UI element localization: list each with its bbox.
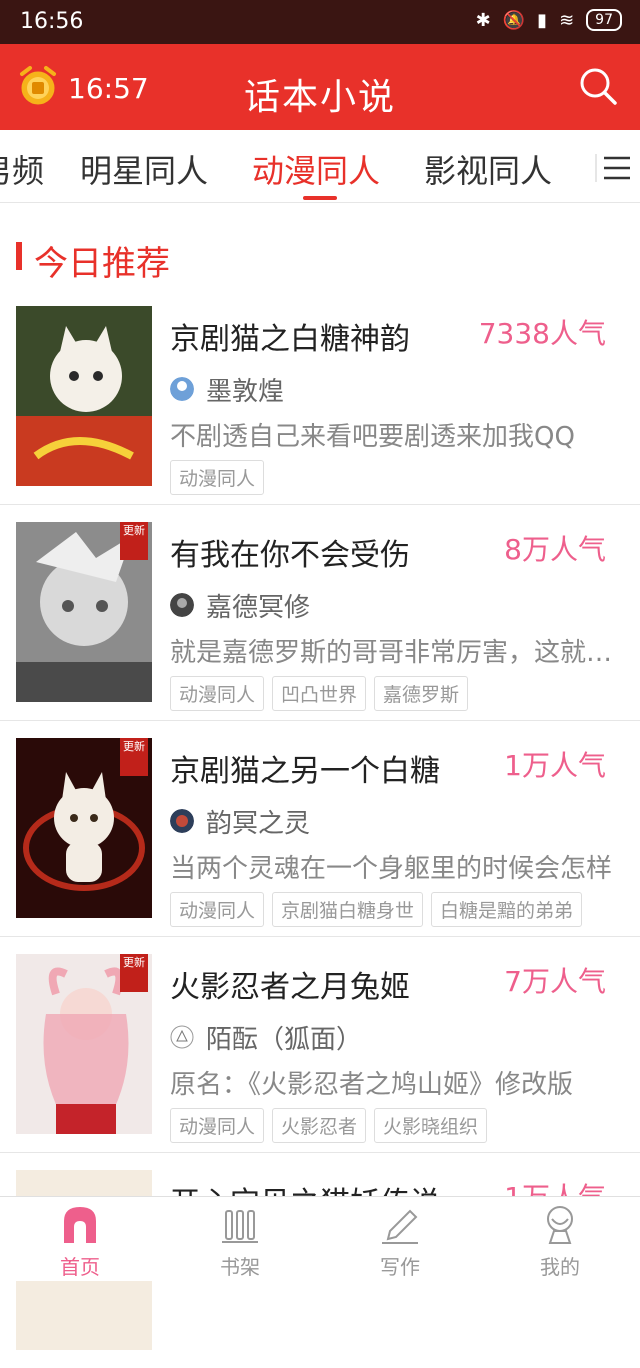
author-row[interactable]: 韵冥之灵 <box>170 804 311 839</box>
tab-anime-fanfic[interactable]: 动漫同人 <box>252 146 380 192</box>
menu-icon <box>595 154 630 182</box>
book-title: 有我在你不会受伤 <box>170 538 410 573</box>
popularity-count: 1万人气 <box>504 749 606 782</box>
tab-celebrity-fanfic[interactable]: 明星同人 <box>80 146 208 192</box>
book-cover <box>16 306 152 486</box>
tag[interactable]: 动漫同人 <box>170 460 265 495</box>
book-description: 当两个灵魂在一个身躯里的时候会怎样 <box>170 854 613 884</box>
author-row[interactable]: 墨敦煌 <box>170 372 285 407</box>
book-item[interactable]: 更新 京剧猫之另一个白糖 1万人气 韵冥之灵 当两个灵魂在一个身躯里的时候会怎样… <box>0 720 640 937</box>
update-ribbon: 更新 <box>120 954 148 992</box>
tag[interactable]: 白糖是黯的弟弟 <box>431 892 583 927</box>
tag-list: 动漫同人 京剧猫白糖身世 白糖是黯的弟弟 <box>170 892 583 927</box>
author-name: 墨敦煌 <box>206 376 285 407</box>
update-ribbon: 更新 <box>120 522 148 560</box>
popularity-count: 8万人气 <box>504 533 606 566</box>
home-icon <box>64 1207 96 1243</box>
author-avatar <box>170 1025 194 1049</box>
tag[interactable]: 动漫同人 <box>170 676 265 711</box>
popularity-count: 7万人气 <box>504 965 606 998</box>
tag[interactable]: 京剧猫白糖身世 <box>272 892 424 927</box>
section-title: 今日推荐 <box>34 244 170 284</box>
profile-icon <box>547 1206 573 1244</box>
tag-list: 动漫同人 <box>170 460 265 495</box>
tab-menu-button[interactable] <box>592 138 640 198</box>
book-description: 就是嘉德罗斯的哥哥非常厉害，这就是一个故事 <box>170 638 620 668</box>
status-icons: ✱ 🔕 ▮ ≋ 97 <box>476 9 622 31</box>
tag-list: 动漫同人 火影忍者 火影晓组织 <box>170 1108 488 1143</box>
pen-icon <box>382 1209 418 1244</box>
bottom-navigation: 首页 书架 写作 我的 <box>0 1196 640 1281</box>
status-time: 16:56 <box>20 9 84 34</box>
author-name: 嘉德冥修 <box>206 592 311 623</box>
popularity-count: 7338人气 <box>478 317 606 350</box>
nav-profile-label: 我的 <box>540 1255 580 1279</box>
nav-write-label: 写作 <box>380 1255 420 1279</box>
status-bar: 16:56 ✱ 🔕 ▮ ≋ 97 <box>0 0 640 44</box>
tab-indicator <box>303 196 337 200</box>
nav-bookshelf-label: 书架 <box>220 1255 260 1279</box>
book-item[interactable]: 更新 火影忍者之月兔姬 7万人气 陌酝（狐面） 原名：《火影忍者之鸠山姬》修改版… <box>0 936 640 1153</box>
signal-icon: ▮ <box>537 9 548 31</box>
book-description: 不剧透自己来看吧要剧透来加我QQ <box>170 422 575 452</box>
tag-list: 动漫同人 凹凸世界 嘉德罗斯 <box>170 676 469 711</box>
update-ribbon: 更新 <box>120 738 148 776</box>
author-name: 韵冥之灵 <box>206 808 311 839</box>
author-avatar <box>170 809 194 833</box>
nav-home[interactable]: 首页 <box>0 1197 160 1281</box>
battery-icon: 97 <box>586 9 622 31</box>
tag[interactable]: 动漫同人 <box>170 892 265 927</box>
book-title: 京剧猫之另一个白糖 <box>170 754 440 789</box>
nav-write[interactable]: 写作 <box>320 1197 480 1281</box>
tag[interactable]: 火影忍者 <box>272 1108 367 1143</box>
wifi-icon: ≋ <box>559 9 575 31</box>
bookshelf-icon <box>222 1210 258 1243</box>
author-row[interactable]: 嘉德冥修 <box>170 588 311 623</box>
book-item[interactable]: 京剧猫之白糖神韵 7338人气 墨敦煌 不剧透自己来看吧要剧透来加我QQ 动漫同… <box>0 288 640 505</box>
tag[interactable]: 动漫同人 <box>170 1108 265 1143</box>
author-avatar <box>170 377 194 401</box>
nav-profile[interactable]: 我的 <box>480 1197 640 1281</box>
bluetooth-icon: ✱ <box>475 9 491 31</box>
tag[interactable]: 火影晓组织 <box>374 1108 488 1143</box>
mute-icon: 🔕 <box>502 9 526 31</box>
app-header: 16:57 话本小说 <box>0 44 640 130</box>
nav-bookshelf[interactable]: 书架 <box>160 1197 320 1281</box>
book-title: 京剧猫之白糖神韵 <box>170 322 410 357</box>
book-title: 火影忍者之月兔姬 <box>170 970 410 1005</box>
app-title: 话本小说 <box>243 77 396 118</box>
book-description: 原名：《火影忍者之鸠山姬》修改版 <box>170 1070 574 1100</box>
tab-film-fanfic[interactable]: 影视同人 <box>424 146 552 192</box>
nav-home-label: 首页 <box>60 1255 100 1279</box>
book-item[interactable]: 更新 有我在你不会受伤 8万人气 嘉德冥修 就是嘉德罗斯的哥哥非常厉害，这就是一… <box>0 504 640 721</box>
tab-male[interactable]: 男频 <box>0 146 44 192</box>
tag[interactable]: 嘉德罗斯 <box>374 676 469 711</box>
section-accent-bar <box>16 242 22 270</box>
search-icon[interactable] <box>578 66 618 106</box>
category-tabs: 男频 明星同人 动漫同人 影视同人 <box>0 130 640 203</box>
tag[interactable]: 凹凸世界 <box>272 676 367 711</box>
author-avatar <box>170 593 194 617</box>
author-row[interactable]: 陌酝（狐面） <box>170 1020 363 1055</box>
author-name: 陌酝（狐面） <box>206 1024 363 1055</box>
